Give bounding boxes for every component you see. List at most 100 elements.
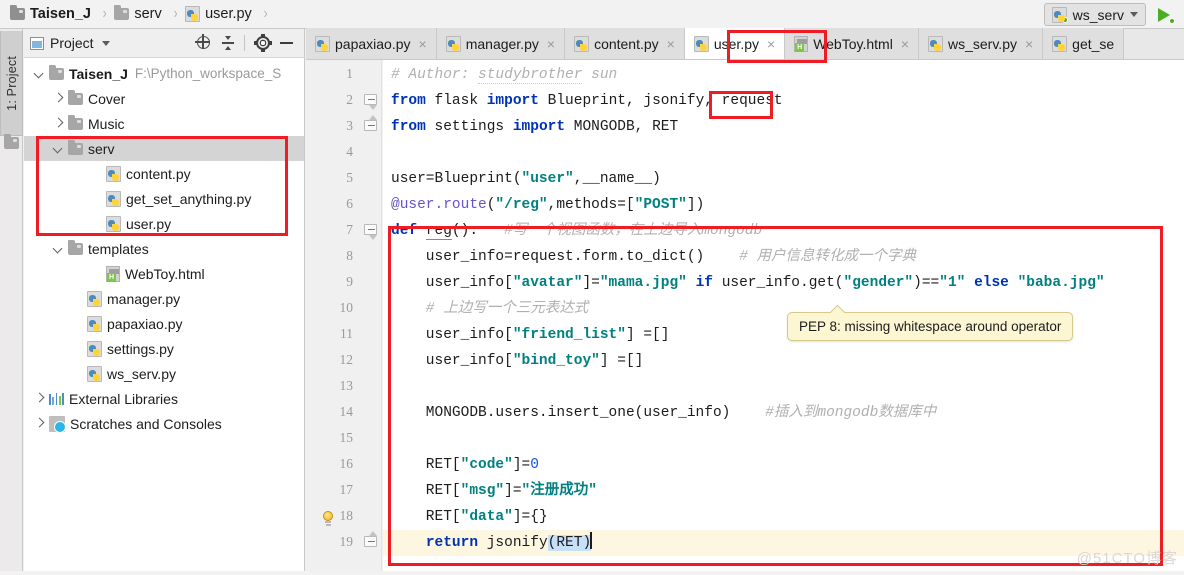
chevron-down-icon[interactable]: [101, 40, 110, 46]
tree-item-external-libraries[interactable]: External Libraries: [24, 386, 304, 411]
tree-twisty-down-icon[interactable]: [51, 142, 65, 156]
tool-window-button-project[interactable]: 1: Project: [0, 31, 23, 136]
fold-box-icon: [364, 120, 377, 131]
code-line-3[interactable]: from settings import MONGODB, RET: [383, 114, 1184, 140]
code-token: # 用户信息转化成一个字典: [739, 249, 916, 265]
editor-tab-user-py[interactable]: user.py ×: [684, 28, 786, 59]
tree-twisty-right-icon[interactable]: [32, 392, 46, 406]
python-file-icon: [315, 35, 330, 52]
tree-item-label: user.py: [126, 215, 172, 232]
close-icon[interactable]: ×: [667, 37, 675, 51]
tree-twisty-right-icon[interactable]: [51, 92, 65, 106]
editor-tab-ws-serv-py[interactable]: ws_serv.py ×: [919, 28, 1044, 59]
tree-twisty-down-icon[interactable]: [51, 242, 65, 256]
tree-twisty-down-icon[interactable]: [32, 67, 46, 81]
python-file-icon: [185, 6, 201, 22]
code-token: MONGODB.users.insert_one(user_info): [391, 405, 766, 421]
breadcrumb-bar: Taisen_J › serv › user.py › ws_serv: [0, 0, 1184, 29]
run-button[interactable]: [1154, 4, 1176, 26]
close-icon[interactable]: ×: [419, 37, 427, 51]
line-number: 3: [346, 118, 353, 133]
code-line-14[interactable]: MONGODB.users.insert_one(user_info) #插入到…: [383, 400, 1184, 426]
editor-tab-get-se[interactable]: get_se: [1043, 28, 1125, 59]
tree-twisty-right-icon[interactable]: [51, 117, 65, 131]
tree-item-webtoy-html[interactable]: WebToy.html: [24, 261, 304, 286]
code-token: user_info=request.form.to_dict(): [391, 249, 740, 265]
code-line-6[interactable]: @user.route(″/reg″,methods=[″POST″]): [383, 192, 1184, 218]
collapse-all-icon[interactable]: [217, 32, 239, 54]
editor-tab-webtoy-html[interactable]: WebToy.html ×: [785, 28, 919, 59]
tree-item-taisen-j[interactable]: Taisen_J F:\Python_workspace_S: [24, 61, 304, 86]
tree-item-label: WebToy.html: [125, 265, 205, 282]
tree-item-label: Cover: [88, 90, 126, 107]
code-token: MONGODB, RET: [573, 119, 679, 135]
code-token: sun: [582, 67, 618, 83]
code-line-5[interactable]: user=Blueprint(″user″,__name__): [383, 166, 1184, 192]
code-line-2[interactable]: from flask import Blueprint, jsonify, re…: [383, 88, 1184, 114]
code-token: user=Blueprint(: [391, 171, 522, 187]
code-line-4[interactable]: [383, 140, 1184, 166]
fold-box-icon: [364, 224, 377, 235]
breadcrumb-item-project[interactable]: Taisen_J: [8, 0, 93, 29]
editor-tab-papaxiao-py[interactable]: papaxiao.py ×: [306, 28, 437, 59]
code-line-19[interactable]: return jsonify(RET): [383, 530, 1184, 556]
tree-item-music[interactable]: Music: [24, 111, 304, 136]
chevron-down-icon[interactable]: [1130, 12, 1138, 17]
code-fold-toggle[interactable]: [364, 115, 377, 133]
tree-item-ws-serv-py[interactable]: ws_serv.py: [24, 361, 304, 386]
breadcrumb-item-serv[interactable]: serv: [112, 0, 163, 29]
line-number: 11: [340, 326, 353, 341]
code-line-16[interactable]: RET[″code″]=0: [383, 452, 1184, 478]
code-token: ] =[]: [599, 353, 644, 369]
tree-item-content-py[interactable]: content.py: [24, 161, 304, 186]
code-token: if: [695, 275, 722, 291]
watermark: @51CTO博客: [1076, 550, 1178, 567]
tree-item-papaxiao-py[interactable]: papaxiao.py: [24, 311, 304, 336]
code-fold-toggle[interactable]: [364, 94, 377, 110]
close-icon[interactable]: ×: [1025, 37, 1033, 51]
code-line-18[interactable]: RET[″data″]={}: [383, 504, 1184, 530]
editor-tab-bar: papaxiao.py × manager.py × content.py × user.p…: [306, 28, 1184, 60]
code-token: ″mama.jpg″: [599, 275, 687, 291]
tree-item-scratches-and-consoles[interactable]: Scratches and Consoles: [24, 411, 304, 436]
code-line-1[interactable]: # Author: studybrother sun: [383, 62, 1184, 88]
tree-item-cover[interactable]: Cover: [24, 86, 304, 111]
code-fold-toggle[interactable]: [364, 224, 377, 240]
editor-tab-content-py[interactable]: content.py ×: [565, 28, 685, 59]
settings-icon[interactable]: [252, 32, 274, 54]
code-line-9[interactable]: user_info[″avatar″]=″mama.jpg″ if user_i…: [383, 270, 1184, 296]
close-icon[interactable]: ×: [547, 37, 555, 51]
tree-twisty-right-icon[interactable]: [32, 417, 46, 431]
folder-icon: [68, 114, 83, 130]
run-configuration-selector[interactable]: ws_serv: [1043, 3, 1146, 26]
project-tree[interactable]: Taisen_J F:\Python_workspace_S Cover Music s…: [24, 58, 304, 436]
folder-icon: [68, 239, 83, 255]
locate-icon[interactable]: [193, 32, 215, 54]
close-icon[interactable]: ×: [767, 37, 775, 51]
editor-gutter[interactable]: 1 2 3 4 5 6 7 8 9 10 11 12 13 14 15 16 17 18 19: [306, 60, 382, 575]
code-line-7[interactable]: def reg(): #写一个视图函数，在上边导入mongodb: [383, 218, 1184, 244]
code-line-8[interactable]: user_info=request.form.to_dict() # 用户信息转…: [383, 244, 1184, 270]
intention-bulb-icon[interactable]: [321, 511, 335, 527]
code-fold-toggle[interactable]: [364, 531, 377, 549]
code-line-15[interactable]: [383, 426, 1184, 452]
tree-item-serv[interactable]: serv: [24, 136, 304, 161]
code-line-17[interactable]: RET[″msg″]=″注册成功″: [383, 478, 1184, 504]
tree-item-get-set-anything-py[interactable]: get_set_anything.py: [24, 186, 304, 211]
tree-item-settings-py[interactable]: settings.py: [24, 336, 304, 361]
line-number: 14: [339, 404, 354, 419]
close-icon[interactable]: ×: [901, 37, 909, 51]
code-line-12[interactable]: user_info[″bind_toy″] =[]: [383, 348, 1184, 374]
code-line-13[interactable]: [383, 374, 1184, 400]
tree-item-manager-py[interactable]: manager.py: [24, 286, 304, 311]
tree-item-templates[interactable]: templates: [24, 236, 304, 261]
hide-icon[interactable]: [276, 32, 298, 54]
editor-tab-manager-py[interactable]: manager.py ×: [436, 28, 566, 59]
tree-item-user-py[interactable]: user.py: [24, 211, 304, 236]
breadcrumb-item-file[interactable]: user.py: [183, 0, 254, 29]
